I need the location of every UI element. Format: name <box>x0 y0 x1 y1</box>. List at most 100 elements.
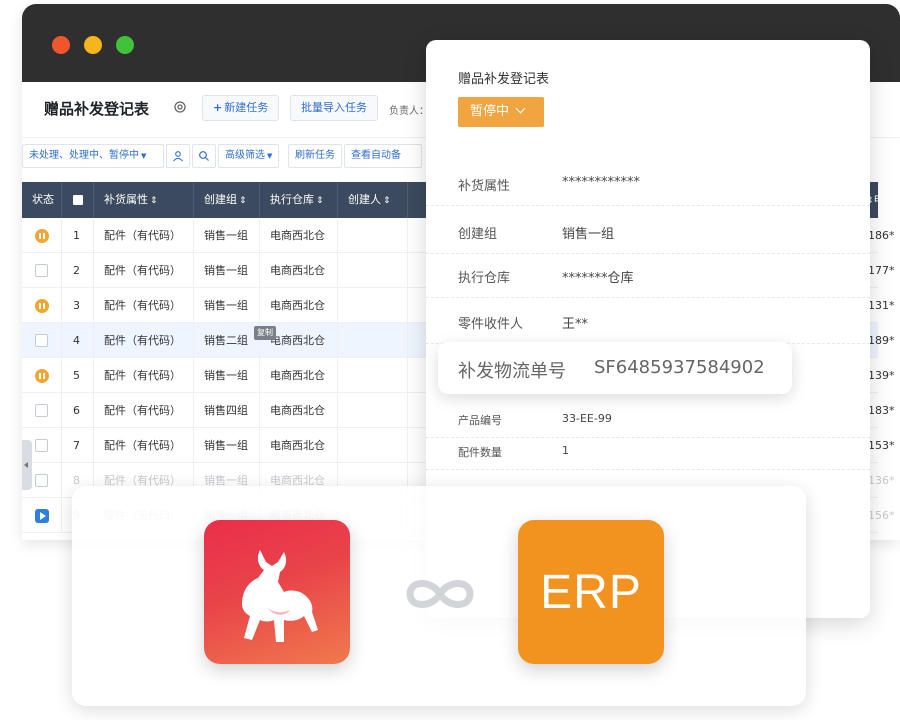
row-checkbox[interactable] <box>35 439 48 452</box>
tracking-number-value: SF6485937584902 <box>594 357 765 378</box>
detail-field-label: 配件数量 <box>458 446 502 459</box>
row-group: 销售一组 <box>194 288 260 323</box>
row-index: 4 <box>62 323 94 358</box>
row-warehouse: 电商西北仓 <box>260 253 338 288</box>
row-group: 销售四组 <box>194 393 260 428</box>
detail-field-value: ************ <box>562 175 640 190</box>
bull-logo-icon <box>242 550 318 642</box>
row-attr: 配件（有代码） <box>94 323 194 358</box>
status-filter-select[interactable]: 未处理、处理中、暂停中 ▼ <box>22 144 164 168</box>
sort-icon: ⇕ <box>316 196 324 206</box>
status-dropdown-value: 暂停中 <box>470 104 510 119</box>
header-creator[interactable]: 创建人 ⇕ <box>338 182 408 218</box>
header-creator-label: 创建人 <box>348 193 381 206</box>
bull-logo <box>204 520 350 664</box>
plus-icon: + <box>213 101 223 114</box>
detail-field-label: 补货属性 <box>458 179 511 194</box>
chevron-down-icon <box>515 103 526 114</box>
close-window-button[interactable] <box>52 36 70 54</box>
row-warehouse: 电商西北仓 <box>260 428 338 463</box>
detail-field: 补货属性 ************ <box>426 160 870 206</box>
row-group: 销售一组 <box>194 253 260 288</box>
row-index: 3 <box>62 288 94 323</box>
row-checkbox[interactable] <box>35 264 48 277</box>
pause-icon[interactable] <box>34 368 49 383</box>
header-attr[interactable]: 补货属性 ⇕ <box>94 182 194 218</box>
collapse-handle[interactable] <box>22 440 32 490</box>
user-icon <box>173 151 183 162</box>
view-automation-button[interactable]: 查看自动备 <box>344 144 422 168</box>
header-warehouse[interactable]: 执行仓库 ⇕ <box>260 182 338 218</box>
row-index: 5 <box>62 358 94 393</box>
link-infinity-icon <box>406 580 474 608</box>
row-creator <box>338 393 408 428</box>
row-group: 销售一组 <box>194 428 260 463</box>
detail-field-label: 执行仓库 <box>458 271 511 286</box>
new-task-button[interactable]: + 新建任务 <box>202 95 280 121</box>
row-warehouse: 电商西北仓 <box>260 218 338 253</box>
row-creator <box>338 218 408 253</box>
row-creator <box>338 428 408 463</box>
row-status-cell[interactable] <box>22 288 62 323</box>
row-index: 6 <box>62 393 94 428</box>
advanced-filter-label: 高级筛选 <box>225 150 265 161</box>
erp-logo-text: ERP <box>540 565 642 619</box>
pause-icon[interactable] <box>34 228 49 243</box>
row-status-cell[interactable] <box>22 498 62 533</box>
select-all-checkbox[interactable] <box>62 182 94 218</box>
detail-field-label: 创建组 <box>458 227 498 242</box>
detail-field-value: 销售一组 <box>562 227 615 242</box>
minimize-window-button[interactable] <box>84 36 102 54</box>
row-group: 销售一组 <box>194 358 260 393</box>
detail-field-value: 33-EE-99 <box>562 412 612 425</box>
row-attr: 配件（有代码） <box>94 218 194 253</box>
row-checkbox[interactable] <box>35 404 48 417</box>
page-title: 赠品补发登记表 <box>44 100 150 118</box>
header-group[interactable]: 创建组 ⇕ <box>194 182 260 218</box>
row-checkbox[interactable] <box>35 334 48 347</box>
sort-icon: ⇕ <box>239 196 247 206</box>
row-checkbox[interactable] <box>35 474 48 487</box>
detail-field-value: 王** <box>562 317 589 332</box>
detail-field: 创建组 销售一组 <box>426 208 870 254</box>
detail-field: 执行仓库 *******仓库 <box>426 252 870 298</box>
status-filter-value: 未处理、处理中、暂停中 <box>29 150 139 161</box>
row-status-cell[interactable] <box>22 358 62 393</box>
header-status[interactable]: 状态 <box>22 182 62 218</box>
row-status-cell[interactable] <box>22 393 62 428</box>
settings-icon[interactable] <box>172 99 188 115</box>
detail-field-label: 产品编号 <box>458 414 502 427</box>
row-attr: 配件（有代码） <box>94 288 194 323</box>
row-index: 7 <box>62 428 94 463</box>
detail-field-value: *******仓库 <box>562 271 634 286</box>
refresh-tasks-button[interactable]: 刷新任务 <box>288 144 342 168</box>
status-dropdown[interactable]: 暂停中 <box>458 97 544 127</box>
detail-field: 配件数量 1 <box>426 436 870 470</box>
detail-title: 赠品补发登记表 <box>458 72 550 87</box>
header-group-label: 创建组 <box>204 193 237 206</box>
header-warehouse-label: 执行仓库 <box>270 193 314 206</box>
header-attr-label: 补货属性 <box>104 193 148 206</box>
play-icon[interactable] <box>34 508 49 523</box>
row-creator <box>338 253 408 288</box>
copy-tooltip[interactable]: 复制 <box>254 326 276 340</box>
bulk-import-button[interactable]: 批量导入任务 <box>290 95 378 121</box>
maximize-window-button[interactable] <box>116 36 134 54</box>
chevron-down-icon: ▼ <box>141 152 147 160</box>
detail-field: 零件收件人 王** <box>426 298 870 344</box>
row-status-cell[interactable] <box>22 323 62 358</box>
erp-logo: ERP <box>518 520 664 664</box>
chevron-down-icon: ▼ <box>267 152 273 160</box>
sort-icon: ⇕ <box>150 196 158 206</box>
row-status-cell[interactable] <box>22 218 62 253</box>
row-group: 销售二组 <box>194 323 260 358</box>
assignee-filter-button[interactable] <box>166 144 190 168</box>
pause-icon[interactable] <box>34 298 49 313</box>
advanced-filter-button[interactable]: 高级筛选 ▼ <box>218 144 280 168</box>
row-status-cell[interactable] <box>22 253 62 288</box>
owner-label: 负责人： <box>389 106 429 117</box>
row-group: 销售一组 <box>194 218 260 253</box>
search-button[interactable] <box>192 144 216 168</box>
detail-field-value: 1 <box>562 444 569 457</box>
row-warehouse: 电商西北仓 <box>260 358 338 393</box>
